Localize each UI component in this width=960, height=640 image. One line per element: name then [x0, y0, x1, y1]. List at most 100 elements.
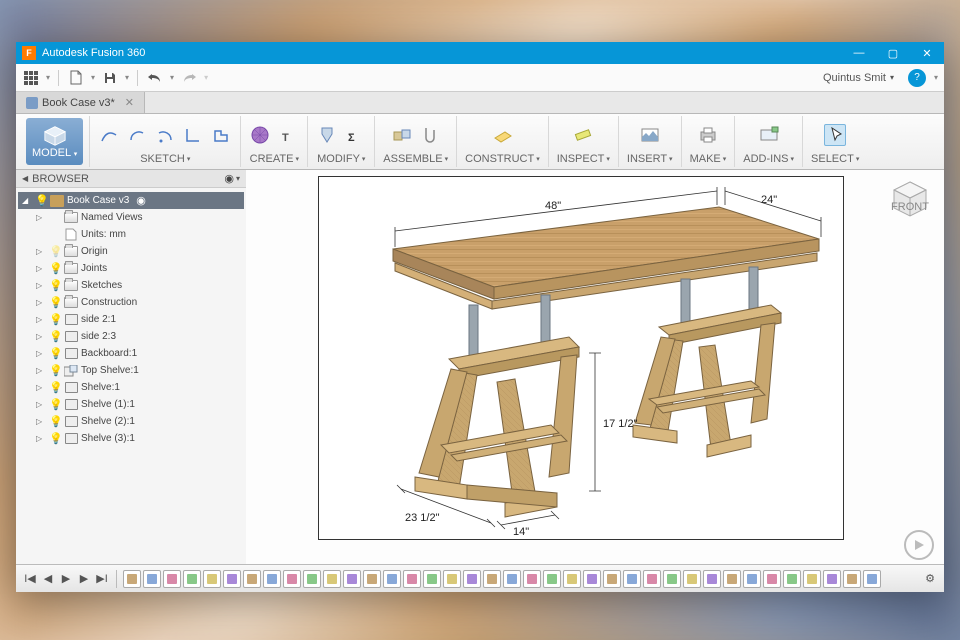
timeline-feature[interactable]: [583, 570, 601, 588]
lightbulb-icon[interactable]: 💡: [49, 381, 61, 394]
timeline-feature[interactable]: [703, 570, 721, 588]
tree-item[interactable]: ▷💡Joints: [18, 260, 244, 277]
timeline-feature[interactable]: [563, 570, 581, 588]
tree-item[interactable]: ▷Named Views: [18, 209, 244, 226]
timeline-feature[interactable]: [203, 570, 221, 588]
timeline-feature[interactable]: [863, 570, 881, 588]
image-icon[interactable]: [639, 124, 661, 146]
profile-icon[interactable]: [210, 124, 232, 146]
expand-arrow-icon[interactable]: ▷: [36, 213, 46, 222]
print-icon[interactable]: [697, 124, 719, 146]
ribbon-group-label[interactable]: ADD-INS▾: [743, 153, 794, 165]
lightbulb-icon[interactable]: 💡: [49, 432, 61, 445]
timeline-next-icon[interactable]: ▶: [76, 571, 92, 587]
timeline-feature[interactable]: [123, 570, 141, 588]
tree-item[interactable]: ▷💡side 2:3: [18, 328, 244, 345]
ribbon-group-label[interactable]: SELECT▾: [811, 153, 859, 165]
lightbulb-icon[interactable]: 💡: [49, 415, 61, 428]
lightbulb-icon[interactable]: 💡: [49, 313, 61, 326]
tree-item[interactable]: ▷💡Construction: [18, 294, 244, 311]
lightbulb-icon[interactable]: 💡: [49, 398, 61, 411]
close-tab-icon[interactable]: ✕: [125, 96, 134, 109]
arc-icon[interactable]: [126, 124, 148, 146]
tree-item[interactable]: Units: mm: [18, 226, 244, 243]
ribbon-group-label[interactable]: INSPECT▾: [557, 153, 610, 165]
view-cube[interactable]: FRONT: [886, 176, 934, 224]
tree-item[interactable]: ▷💡Origin: [18, 243, 244, 260]
timeline-feature[interactable]: [843, 570, 861, 588]
timeline-feature[interactable]: [243, 570, 261, 588]
expand-arrow-icon[interactable]: ▷: [36, 281, 46, 290]
browser-settings-icon[interactable]: ◉: [224, 172, 234, 185]
expand-arrow-icon[interactable]: ▷: [36, 349, 46, 358]
browser-collapse-icon[interactable]: ◀: [22, 174, 28, 183]
timeline-end-icon[interactable]: ▶I: [94, 571, 110, 587]
timeline-feature[interactable]: [303, 570, 321, 588]
timeline-feature[interactable]: [623, 570, 641, 588]
timeline-feature[interactable]: [823, 570, 841, 588]
timeline-feature[interactable]: [783, 570, 801, 588]
expand-arrow-icon[interactable]: ▷: [36, 298, 46, 307]
timeline-feature[interactable]: [143, 570, 161, 588]
activate-radio-icon[interactable]: ◉: [136, 194, 146, 207]
timeline-feature[interactable]: [343, 570, 361, 588]
save-icon[interactable]: [101, 69, 119, 87]
window-maximize-button[interactable]: ▢: [876, 42, 910, 64]
lightbulb-icon[interactable]: 💡: [49, 279, 61, 292]
mesh-icon[interactable]: [249, 124, 271, 146]
undo-icon[interactable]: [146, 69, 164, 87]
lightbulb-icon[interactable]: 💡: [49, 262, 61, 275]
timeline-feature[interactable]: [543, 570, 561, 588]
tree-item[interactable]: ▷💡Shelve (1):1: [18, 396, 244, 413]
clip-icon[interactable]: [419, 124, 441, 146]
expand-arrow-icon[interactable]: ▷: [36, 383, 46, 392]
timeline-feature[interactable]: [503, 570, 521, 588]
timeline-feature[interactable]: [723, 570, 741, 588]
timeline-feature[interactable]: [263, 570, 281, 588]
joint-icon[interactable]: [391, 124, 413, 146]
timeline-feature[interactable]: [803, 570, 821, 588]
timeline-feature[interactable]: [363, 570, 381, 588]
timeline-feature[interactable]: [743, 570, 761, 588]
tree-item[interactable]: ▷💡Top Shelve:1: [18, 362, 244, 379]
user-menu[interactable]: Quintus Smit▾: [823, 72, 894, 84]
timeline-feature[interactable]: [663, 570, 681, 588]
expand-arrow-icon[interactable]: ▷: [36, 332, 46, 341]
timeline-feature[interactable]: [483, 570, 501, 588]
timeline-feature[interactable]: [223, 570, 241, 588]
viewport[interactable]: 48" 24" 17 1/2" 23 1/2" 14" FRONT: [246, 170, 944, 564]
timeline-feature[interactable]: [403, 570, 421, 588]
lightbulb-icon[interactable]: 💡: [49, 296, 61, 309]
line-icon[interactable]: [182, 124, 204, 146]
arc2-icon[interactable]: [154, 124, 176, 146]
timeline-feature[interactable]: [163, 570, 181, 588]
ribbon-group-label[interactable]: CONSTRUCT▾: [465, 153, 540, 165]
ribbon-group-label[interactable]: INSERT▾: [627, 153, 673, 165]
ribbon-group-label[interactable]: CREATE▾: [250, 153, 299, 165]
timeline-feature[interactable]: [643, 570, 661, 588]
text-icon[interactable]: T: [277, 124, 299, 146]
timeline-feature[interactable]: [383, 570, 401, 588]
new-file-icon[interactable]: [67, 69, 85, 87]
cursor-icon[interactable]: [824, 124, 846, 146]
tree-root[interactable]: ◢ 💡 Book Case v3 ◉: [18, 192, 244, 209]
help-button[interactable]: ?: [908, 69, 926, 87]
timeline-prev-icon[interactable]: ◀: [40, 571, 56, 587]
timeline-feature[interactable]: [183, 570, 201, 588]
window-close-button[interactable]: ✕: [910, 42, 944, 64]
timeline-feature[interactable]: [763, 570, 781, 588]
workspace-model-button[interactable]: MODEL ▾: [26, 118, 83, 165]
expand-arrow-icon[interactable]: ▷: [36, 417, 46, 426]
timeline-feature[interactable]: [463, 570, 481, 588]
expand-arrow-icon[interactable]: ▷: [36, 366, 46, 375]
spline-icon[interactable]: [98, 124, 120, 146]
timeline-feature[interactable]: [423, 570, 441, 588]
app-menu-icon[interactable]: [22, 69, 40, 87]
expand-arrow-icon[interactable]: ▷: [36, 247, 46, 256]
tree-item[interactable]: ▷💡Shelve:1: [18, 379, 244, 396]
addin-icon[interactable]: [758, 124, 780, 146]
plane-icon[interactable]: [491, 124, 513, 146]
ribbon-group-label[interactable]: ASSEMBLE▾: [383, 153, 448, 165]
timeline-feature[interactable]: [283, 570, 301, 588]
measure-icon[interactable]: [572, 124, 594, 146]
